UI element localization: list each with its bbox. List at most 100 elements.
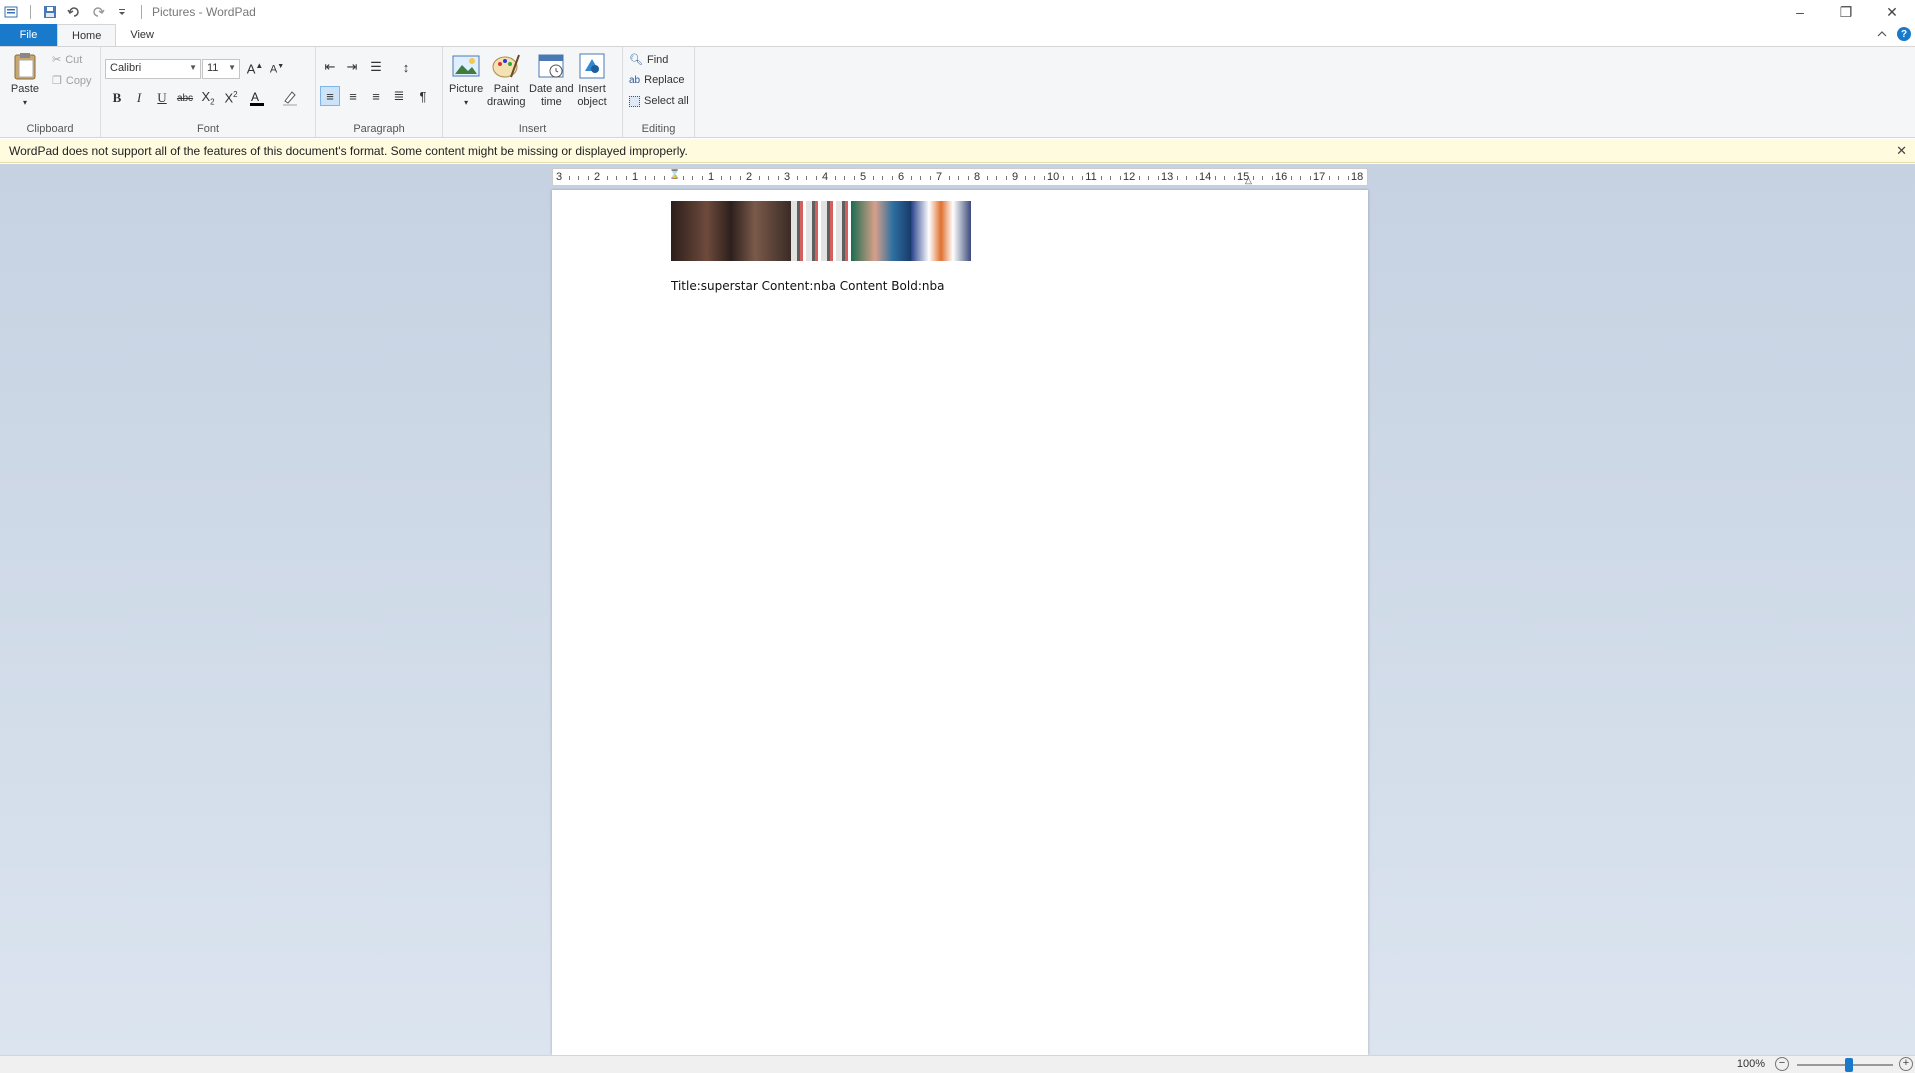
font-family-select[interactable]: Calibri ▼	[105, 59, 201, 79]
replace-button[interactable]: ab Replace	[629, 74, 684, 86]
shrink-font-button[interactable]: A▼	[267, 59, 287, 79]
grow-font-button[interactable]: A▲	[245, 59, 265, 79]
tab-home[interactable]: Home	[57, 24, 117, 46]
ruler-tick	[692, 176, 693, 180]
title-bar: Pictures - WordPad – ❐ ✕	[0, 0, 1915, 24]
ruler-tick	[1262, 176, 1263, 180]
superscript-button[interactable]: X2	[221, 88, 241, 108]
close-infobar-icon[interactable]: ✕	[1896, 143, 1907, 159]
inserted-picture[interactable]	[671, 201, 971, 261]
paste-label: Paste	[10, 83, 40, 95]
line-spacing-button[interactable]: ↕	[396, 57, 416, 77]
ruler-tick	[1119, 176, 1121, 180]
tab-file[interactable]: File	[0, 24, 57, 46]
app-menu-icon[interactable]	[2, 3, 20, 21]
ruler-tick	[891, 176, 893, 180]
highlighter-icon	[283, 91, 297, 106]
subscript-button[interactable]: X2	[198, 88, 218, 108]
underline-button[interactable]: U	[152, 88, 172, 108]
object-icon	[579, 53, 605, 79]
ruler-tick	[720, 176, 722, 180]
ruler-label: 17	[1313, 171, 1326, 183]
font-size-select[interactable]: 11 ▼	[202, 59, 240, 79]
increase-indent-button[interactable]: ⇥	[342, 57, 362, 77]
insert-object-button[interactable]: Insert object	[577, 51, 607, 109]
undo-icon[interactable]	[65, 3, 83, 21]
text-color-icon: A	[250, 90, 264, 106]
save-icon[interactable]	[41, 3, 59, 21]
infobar-message: WordPad does not support all of the feat…	[9, 143, 688, 158]
paragraph-group-label: Paragraph	[353, 123, 405, 135]
ruler-tick	[578, 176, 579, 180]
picture-button[interactable]: Picture ▾	[449, 51, 483, 109]
decrease-indent-button[interactable]: ⇤	[320, 57, 340, 77]
calendar-icon	[538, 54, 564, 78]
bullets-button[interactable]: ☰	[366, 57, 386, 77]
select-all-icon	[629, 95, 640, 107]
cut-button[interactable]: ✂ Cut	[52, 53, 82, 67]
text-color-button[interactable]: A	[247, 88, 267, 108]
document-text[interactable]: Title:superstar Content:nba Content Bold…	[671, 279, 944, 293]
document-workarea[interactable]: 3 2 1 1 2 3 4 5 6 7 8 9 10 11 12 13 14 1…	[0, 164, 1915, 1055]
paint-label-2: drawing	[487, 96, 526, 108]
ruler-tick	[1148, 176, 1149, 180]
picture-segment	[791, 201, 851, 261]
ruler-label: 1	[631, 171, 639, 183]
ruler-tick	[806, 176, 807, 180]
zoom-slider-thumb[interactable]	[1845, 1058, 1853, 1072]
bold-button[interactable]: B	[107, 88, 127, 108]
ruler-tick	[568, 176, 570, 180]
find-button[interactable]: 🔍︎ Find	[629, 53, 668, 67]
document-page[interactable]: Title:superstar Content:nba Content Bold…	[552, 190, 1368, 1055]
minimize-button[interactable]: –	[1777, 0, 1823, 24]
increase-indent-icon: ⇥	[346, 59, 358, 74]
justify-button[interactable]: ≣	[389, 86, 409, 106]
cut-icon: ✂	[52, 54, 62, 66]
ruler-label: 7	[935, 171, 943, 183]
align-center-button[interactable]: ≡	[343, 86, 363, 106]
find-icon: 🔍︎	[629, 54, 643, 66]
zoom-out-button[interactable]: −	[1775, 1057, 1789, 1071]
date-time-button[interactable]: Date and time	[529, 51, 574, 109]
ruler-tick	[958, 176, 959, 180]
italic-button[interactable]: I	[129, 88, 149, 108]
compatibility-infobar: WordPad does not support all of the feat…	[0, 139, 1915, 163]
ruler-label: 12	[1123, 171, 1136, 183]
indent-marker-icon[interactable]: ⌛	[669, 169, 680, 180]
paste-button[interactable]: Paste ▾	[10, 51, 40, 109]
tab-view[interactable]: View	[116, 24, 168, 46]
copy-button[interactable]: ❐ Copy	[52, 74, 92, 88]
redo-icon[interactable]	[89, 3, 107, 21]
grow-font-icon: A▲	[246, 61, 264, 77]
ruler-tick	[1271, 176, 1273, 180]
picture-segment	[671, 201, 791, 261]
paragraph-dialog-button[interactable]: ¶	[413, 86, 433, 106]
align-left-button[interactable]: ≡	[320, 86, 340, 106]
highlight-color-button[interactable]	[280, 88, 300, 108]
close-button[interactable]: ✕	[1869, 0, 1915, 24]
ruler-tick	[872, 176, 874, 180]
picture-segment	[911, 201, 971, 261]
window-controls: – ❐ ✕	[1777, 0, 1915, 24]
align-right-button[interactable]: ≡	[366, 86, 386, 106]
ruler-tick	[1366, 176, 1367, 180]
customize-toolbar-icon[interactable]	[113, 3, 131, 21]
ruler[interactable]: 3 2 1 1 2 3 4 5 6 7 8 9 10 11 12 13 14 1…	[552, 168, 1368, 186]
strikethrough-icon: abc	[176, 92, 194, 104]
ruler-label: 2	[745, 171, 753, 183]
font-size-value: 11	[207, 62, 219, 74]
ruler-label: 4	[821, 171, 829, 183]
ribbon: Paste ▾ ✂ Cut ❐ Copy Clipboard Calibri ▼…	[0, 46, 1915, 138]
paragraph-group: ⇤ ⇥ ☰ ↕ ≡ ≡ ≡ ≣ ¶ Paragraph	[316, 47, 443, 137]
collapse-ribbon-icon[interactable]	[1877, 27, 1887, 41]
ruler-tick	[929, 176, 931, 180]
zoom-in-button[interactable]: +	[1899, 1057, 1913, 1071]
right-indent-marker-icon[interactable]: △	[1245, 175, 1252, 185]
select-all-button[interactable]: Select all	[629, 95, 689, 107]
ruler-tick	[739, 176, 741, 180]
paint-drawing-button[interactable]: Paint drawing	[487, 51, 526, 109]
ruler-tick	[967, 176, 969, 180]
strikethrough-button[interactable]: abc	[175, 88, 195, 108]
help-icon[interactable]: ?	[1897, 27, 1911, 41]
restore-button[interactable]: ❐	[1823, 0, 1869, 24]
